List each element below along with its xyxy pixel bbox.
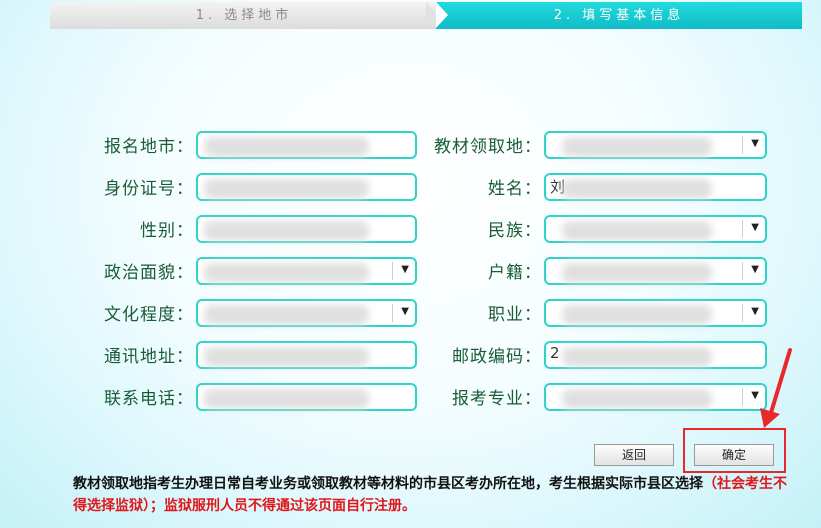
chevron-down-icon[interactable]: ▼ (401, 264, 409, 275)
exam-major-select[interactable]: ▼ (544, 383, 767, 411)
occupation-select[interactable]: ▼ (544, 299, 767, 327)
mailing-address-field[interactable] (196, 341, 417, 369)
redacted-value (204, 221, 369, 241)
label-education-level: 文化程度： (104, 305, 194, 325)
chevron-down-icon[interactable]: ▼ (751, 138, 759, 149)
step-1-select-city: 1. 选择地市 (50, 2, 438, 29)
redacted-value (204, 263, 369, 283)
redacted-value (204, 179, 369, 199)
step-2-notch (436, 2, 448, 28)
chevron-down-icon[interactable]: ▼ (751, 222, 759, 233)
select-divider (742, 262, 743, 280)
label-mailing-address: 通讯地址： (104, 347, 194, 367)
label-occupation: 职业： (488, 305, 542, 325)
redacted-value (562, 179, 712, 199)
redacted-value (204, 347, 369, 367)
select-divider (392, 304, 393, 322)
ethnicity-select[interactable]: ▼ (544, 215, 767, 243)
redacted-value (562, 137, 712, 157)
label-household-registration: 户籍： (488, 263, 542, 283)
postal-code-field[interactable]: 2 (544, 341, 767, 369)
household-registration-select[interactable]: ▼ (544, 257, 767, 285)
step-header: 1. 选择地市 2. 填写基本信息 (50, 2, 802, 29)
label-postal-code: 邮政编码： (452, 347, 542, 367)
name-field[interactable]: 刘 (544, 173, 767, 201)
label-name: 姓名： (488, 179, 542, 199)
registration-city-field[interactable] (196, 131, 417, 159)
redacted-value (204, 389, 369, 409)
annotation-arrow-icon (760, 348, 792, 428)
id-number-field[interactable] (196, 173, 417, 201)
gender-field[interactable] (196, 215, 417, 243)
label-exam-major: 报考专业： (452, 389, 542, 409)
back-button[interactable]: 返回 (594, 444, 674, 466)
redacted-value (562, 263, 712, 283)
chevron-down-icon[interactable]: ▼ (401, 306, 409, 317)
select-divider (742, 388, 743, 406)
chevron-down-icon[interactable]: ▼ (751, 264, 759, 275)
phone-field[interactable] (196, 383, 417, 411)
confirm-highlight-box (683, 428, 786, 473)
select-divider (392, 262, 393, 280)
step-2-basic-info: 2. 填写基本信息 (436, 2, 802, 29)
education-level-select[interactable]: ▼ (196, 299, 417, 327)
redacted-value (562, 305, 712, 325)
redacted-value (204, 305, 369, 325)
postal-code-value-partial: 2 (550, 344, 560, 362)
redacted-value (562, 221, 712, 241)
label-id-number: 身份证号： (104, 179, 194, 199)
select-divider (742, 220, 743, 238)
label-ethnicity: 民族： (488, 221, 542, 241)
label-phone: 联系电话： (104, 389, 194, 409)
note-main-text: 教材领取地指考生办理日常自考业务或领取教材等材料的市县区考办所在地，考生根据实际… (73, 476, 703, 492)
select-divider (742, 136, 743, 154)
label-political-status: 政治面貌： (104, 263, 194, 283)
redacted-value (204, 137, 369, 157)
label-registration-city: 报名地市： (104, 137, 194, 157)
textbook-pickup-note: 教材领取地指考生办理日常自考业务或领取教材等材料的市县区考办所在地，考生根据实际… (73, 473, 793, 517)
redacted-value (562, 389, 712, 409)
select-divider (742, 304, 743, 322)
label-gender: 性别： (140, 221, 194, 241)
redacted-value (562, 347, 712, 367)
political-status-select[interactable]: ▼ (196, 257, 417, 285)
textbook-pickup-select[interactable]: ▼ (544, 131, 767, 159)
chevron-down-icon[interactable]: ▼ (751, 306, 759, 317)
label-textbook-pickup: 教材领取地： (434, 137, 542, 157)
